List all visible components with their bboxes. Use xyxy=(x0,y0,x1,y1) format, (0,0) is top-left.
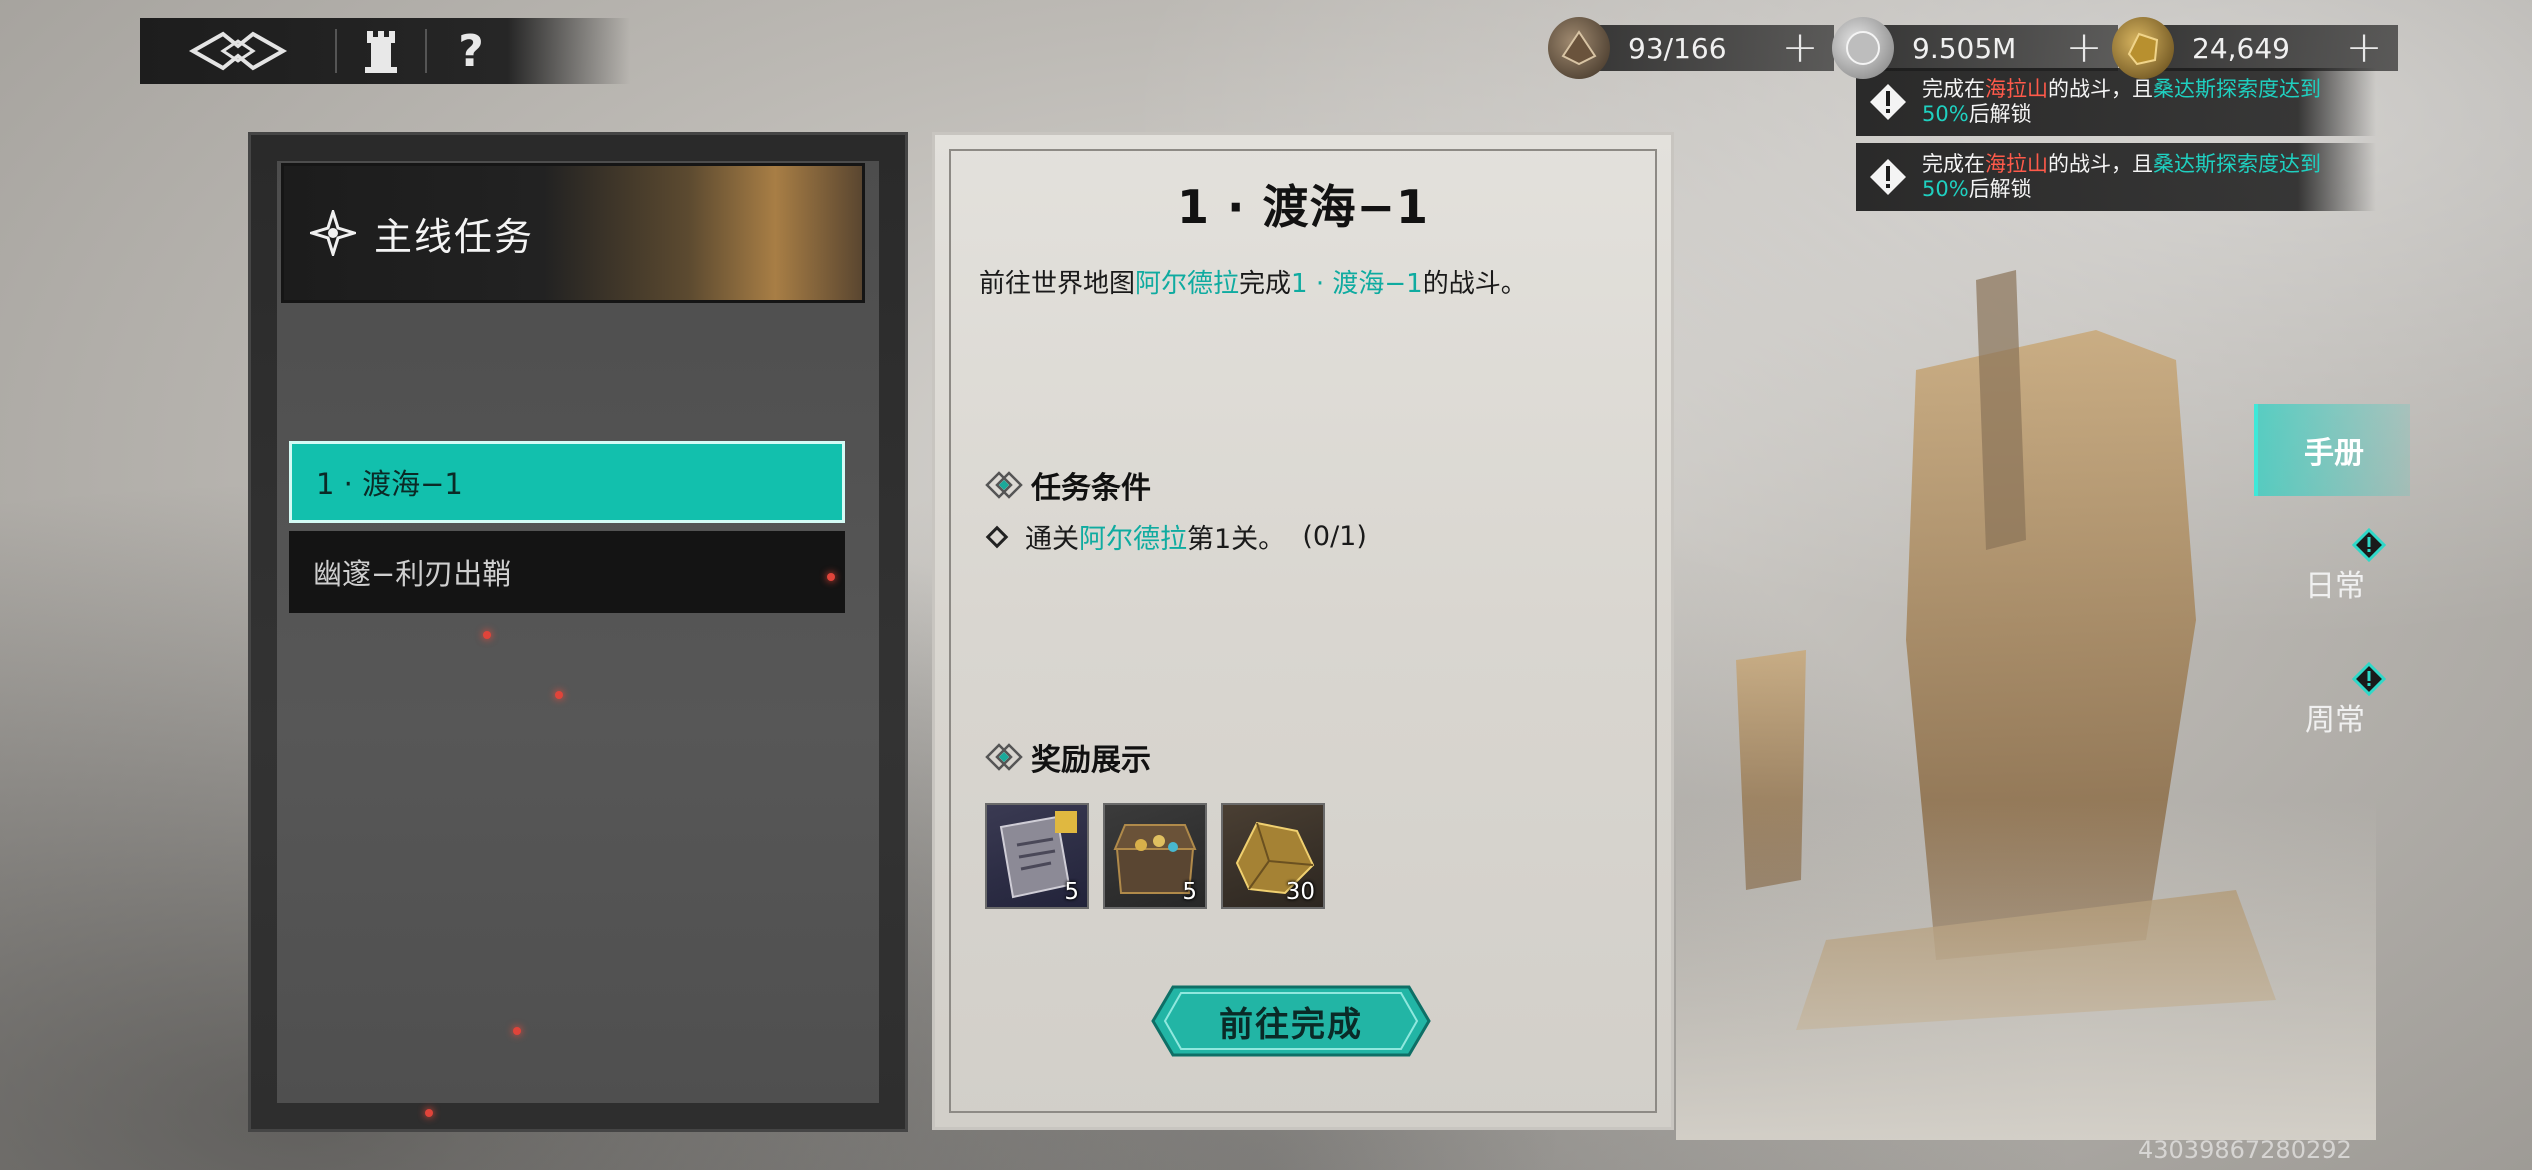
notice-text: 完成在海拉山的战斗，且桑达斯探索度达到 50%后解锁 xyxy=(1922,152,2321,201)
banner-title: 主线任务 xyxy=(374,214,535,259)
quest-list-panel: 主线任务 1 · 渡海−1 幽邃−利刃出鞘 xyxy=(248,132,908,1132)
top-nav-bar: ? xyxy=(140,18,630,84)
stamina-icon xyxy=(1548,17,1610,79)
gold-value: 24,649 xyxy=(2192,31,2290,65)
tab-daily[interactable]: 日常 xyxy=(2260,538,2410,628)
reward-item[interactable]: 5 xyxy=(1103,803,1207,909)
main-quest-banner: 主线任务 xyxy=(281,163,865,303)
stamina-counter: 93/166 + xyxy=(1548,16,1834,80)
help-button[interactable]: ? xyxy=(425,26,515,77)
quest-item-active[interactable]: 1 · 渡海−1 xyxy=(289,441,845,523)
reward-item[interactable]: 5 xyxy=(985,803,1089,909)
ember-particle xyxy=(513,1027,521,1035)
section-diamond-icon xyxy=(985,471,1023,499)
condition-item: 通关 阿尔德拉 第1关。 (0/1) xyxy=(985,517,1367,556)
compass-star-icon xyxy=(310,210,356,256)
tower-icon xyxy=(365,31,397,73)
reward-qty: 5 xyxy=(1182,879,1197,905)
reward-item[interactable]: 30 xyxy=(1221,803,1325,909)
stamina-value: 93/166 xyxy=(1628,31,1727,65)
tab-weekly[interactable]: 周常 xyxy=(2260,672,2410,762)
add-silver-button[interactable]: + xyxy=(2062,26,2106,70)
daily-alert-icon xyxy=(2352,528,2386,562)
stage-link[interactable]: 1 · 渡海−1 xyxy=(1291,269,1423,299)
ember-particle xyxy=(827,573,835,581)
silver-coin-icon xyxy=(1832,17,1894,79)
go-complete-button[interactable]: 前往完成 xyxy=(1151,985,1431,1057)
ember-particle xyxy=(483,631,491,639)
ember-particle xyxy=(425,1109,433,1117)
section-diamond-icon xyxy=(985,743,1023,771)
unlock-notice: 完成在海拉山的战斗，且桑达斯探索度达到 50%后解锁 xyxy=(1856,143,2376,211)
add-gold-button[interactable]: + xyxy=(2342,26,2386,70)
warning-icon xyxy=(1868,157,1908,197)
home-logo-button[interactable] xyxy=(140,18,335,84)
reward-list: 5 5 30 xyxy=(985,803,1325,909)
weekly-alert-icon xyxy=(2352,662,2386,696)
reward-qty: 5 xyxy=(1064,879,1079,905)
uid-label: 43039867280292 xyxy=(2138,1136,2352,1164)
unlock-notice: 完成在海拉山的战斗，且桑达斯探索度达到 50%后解锁 xyxy=(1856,68,2376,136)
condition-progress: (0/1) xyxy=(1302,521,1367,552)
quest-item[interactable]: 幽邃−利刃出鞘 xyxy=(289,531,845,613)
rewards-header: 奖励展示 xyxy=(985,735,1151,779)
tower-button[interactable] xyxy=(335,29,425,73)
gold-ore-icon xyxy=(2112,17,2174,79)
quest-description: 前往世界地图阿尔德拉完成1 · 渡海−1的战斗。 xyxy=(979,269,1527,299)
quest-detail-panel: 1 · 渡海−1 前往世界地图阿尔德拉完成1 · 渡海−1的战斗。 任务条件 通… xyxy=(932,132,1674,1130)
ember-particle xyxy=(555,691,563,699)
tab-handbook[interactable]: 手册 xyxy=(2254,404,2410,496)
reward-qty: 30 xyxy=(1285,879,1315,905)
add-stamina-button[interactable]: + xyxy=(1778,26,1822,70)
silver-value: 9.505M xyxy=(1912,31,2017,65)
quest-title: 1 · 渡海−1 xyxy=(1176,180,1430,234)
map-link[interactable]: 阿尔德拉 xyxy=(1135,269,1239,299)
notice-text: 完成在海拉山的战斗，且桑达斯探索度达到 50%后解锁 xyxy=(1922,77,2321,126)
bullet-diamond-icon xyxy=(985,525,1009,548)
emblem-icon xyxy=(188,31,287,71)
warning-icon xyxy=(1868,82,1908,122)
conditions-header: 任务条件 xyxy=(985,463,1151,507)
